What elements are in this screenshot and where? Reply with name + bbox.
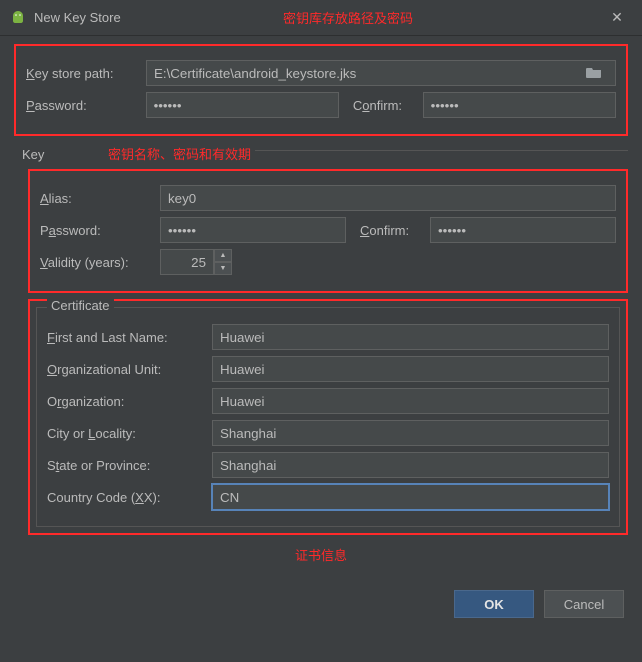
browse-folder-icon[interactable] (580, 66, 608, 81)
country-label: Country Code (XX): (47, 490, 212, 505)
cancel-button[interactable]: Cancel (544, 590, 624, 618)
ok-button[interactable]: OK (454, 590, 534, 618)
annotation-box-keystore: Key store path: Password: Confirm: (14, 44, 628, 136)
country-code-input[interactable] (212, 484, 609, 510)
close-button[interactable]: ✕ (602, 9, 632, 26)
annotation-keystore: 密钥库存放路径及密码 (283, 8, 413, 27)
first-last-name-input[interactable] (212, 324, 609, 350)
keystore-path-field-wrap (146, 60, 616, 86)
alias-input[interactable] (160, 185, 616, 211)
dialog-content: Key store path: Password: Confirm: Key 密… (0, 36, 642, 578)
organization-input[interactable] (212, 388, 609, 414)
first-last-name-label: First and Last Name: (47, 330, 212, 345)
key-password-input[interactable] (160, 217, 346, 243)
alias-label: Alias: (40, 191, 160, 206)
state-label: State or Province: (47, 458, 212, 473)
validity-input[interactable] (160, 249, 214, 275)
annotation-box-key: Alias: Password: Confirm: Validity (year… (28, 169, 628, 293)
annotation-certificate: 证书信息 (14, 545, 628, 564)
window-title: New Key Store (34, 10, 223, 25)
organization-label: Organization: (47, 394, 212, 409)
certificate-legend: Certificate (47, 298, 114, 313)
org-unit-label: Organizational Unit: (47, 362, 212, 377)
key-section-label: Key (22, 147, 44, 162)
keystore-password-input[interactable] (146, 92, 339, 118)
city-label: City or Locality: (47, 426, 212, 441)
annotation-key: 密钥名称、密码和有效期 (108, 147, 251, 162)
key-confirm-input[interactable] (430, 217, 616, 243)
org-unit-input[interactable] (212, 356, 609, 382)
key-confirm-label: Confirm: (360, 223, 430, 238)
validity-label: Validity (years): (40, 255, 160, 270)
keystore-path-label: Key store path: (26, 66, 146, 81)
titlebar: New Key Store 密钥库存放路径及密码 ✕ (0, 0, 642, 36)
certificate-section: Certificate First and Last Name: Organiz… (36, 307, 620, 527)
city-input[interactable] (212, 420, 609, 446)
state-input[interactable] (212, 452, 609, 478)
validity-spinner: ▲ ▼ (160, 249, 236, 275)
validity-up-button[interactable]: ▲ (214, 249, 232, 262)
keystore-confirm-input[interactable] (423, 92, 616, 118)
keystore-password-label: Password: (26, 98, 146, 113)
keystore-confirm-label: Confirm: (353, 98, 423, 113)
keystore-path-input[interactable] (154, 66, 606, 81)
key-section: Key 密钥名称、密码和有效期 Alias: Password: Confirm… (14, 150, 628, 564)
annotation-box-certificate: Certificate First and Last Name: Organiz… (28, 299, 628, 535)
android-icon (10, 10, 26, 26)
validity-down-button[interactable]: ▼ (214, 262, 232, 275)
button-bar: OK Cancel (0, 578, 642, 630)
key-password-label: Password: (40, 223, 160, 238)
